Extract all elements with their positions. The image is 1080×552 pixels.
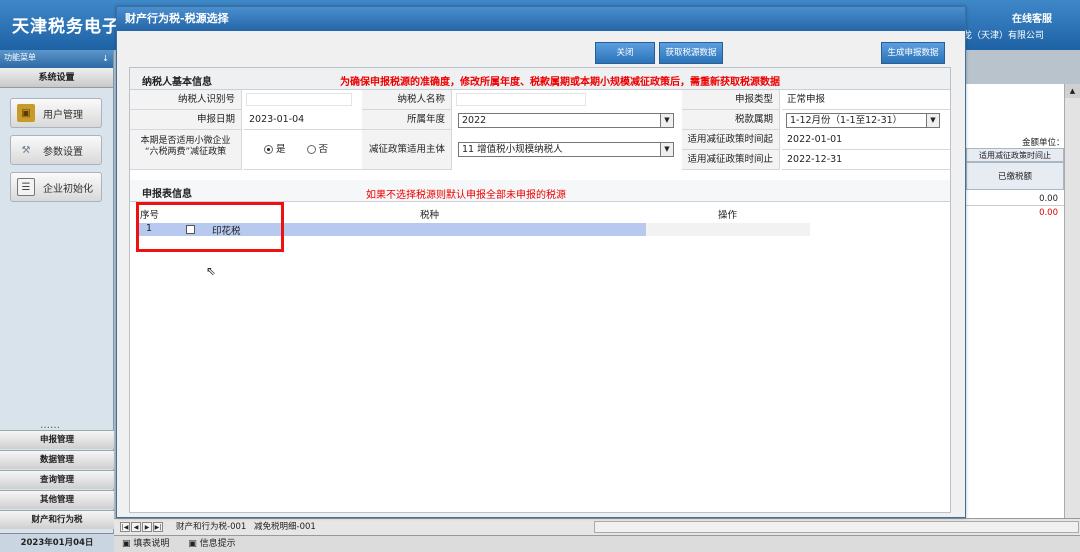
policy-end-column-header: 适用减征政策时间止 bbox=[966, 148, 1064, 162]
chevron-down-icon[interactable]: ▼ bbox=[660, 114, 673, 127]
chevron-down-icon[interactable]: ▼ bbox=[926, 114, 939, 127]
report-type-label: 申报类型 bbox=[682, 90, 780, 110]
dialog-title: 财产行为税-税源选择 bbox=[117, 7, 965, 31]
column-operation: 操作 bbox=[718, 210, 738, 221]
system-settings-header[interactable]: 系统设置 bbox=[0, 68, 113, 88]
nav-property-behavior-tax[interactable]: 财产和行为税 bbox=[0, 510, 114, 529]
parameter-settings-label: 参数设置 bbox=[43, 146, 83, 158]
report-info-title: 申报表信息 bbox=[142, 189, 192, 200]
radio-yes-icon[interactable] bbox=[264, 145, 273, 154]
reduction-subject-select-value: 11 增值税小规模纳税人 bbox=[462, 144, 563, 155]
report-info-hint: 如果不选择税源则默认申报全部未申报的税源 bbox=[366, 190, 566, 201]
policy-start-label: 适用减征政策时间起 bbox=[682, 130, 780, 150]
sheet-tab-bar: |◀ ◀ ▶ ▶| 财产和行为税-001 减免税明细-001 bbox=[114, 518, 1080, 535]
pin-icon[interactable]: ↓ bbox=[102, 54, 109, 63]
report-type-value: 正常申报 bbox=[782, 90, 950, 110]
nav-declaration-management[interactable]: 申报管理 bbox=[0, 430, 114, 449]
company-init-button[interactable]: ☰ 企业初始化 bbox=[10, 172, 102, 202]
next-sheet-icon[interactable]: ▶ bbox=[142, 522, 152, 532]
user-management-button[interactable]: ▣ 用户管理 bbox=[10, 98, 102, 128]
sheet-tab-reduction-detail[interactable]: 减免税明细-001 bbox=[254, 520, 316, 532]
first-sheet-icon[interactable]: |◀ bbox=[120, 522, 130, 532]
vertical-scrollbar[interactable]: ▲ bbox=[1064, 84, 1080, 518]
reduction-subject-select[interactable]: 11 增值税小规模纳税人 ▼ bbox=[458, 142, 674, 157]
function-menu-bar: 功能菜单 ↓ bbox=[0, 50, 113, 68]
company-name: 长龙（天津）有限公司 bbox=[953, 31, 1044, 41]
policy-question-line1: 本期是否适用小微企业 bbox=[140, 136, 231, 146]
row-operation-cell bbox=[646, 223, 810, 236]
status-bar: ▣ 填表说明 ▣ 信息提示 bbox=[114, 535, 1080, 552]
fill-instructions-tab[interactable]: ▣ 填表说明 bbox=[122, 539, 177, 549]
radio-yes[interactable]: 是 bbox=[264, 144, 286, 155]
close-button[interactable]: 关闭 bbox=[595, 42, 655, 64]
basic-info-header: 纳税人基本信息 为确保申报税源的准确度，修改所属年度、税款属期或本期小规模减征政… bbox=[130, 68, 950, 90]
radio-no[interactable]: 否 bbox=[306, 144, 328, 155]
generate-report-button[interactable]: 生成申报数据 bbox=[881, 42, 945, 64]
column-tax-type: 税种 bbox=[420, 210, 440, 221]
tax-period-select-value: 1-12月份（1-1至12-31） bbox=[790, 115, 903, 126]
company-init-icon: ☰ bbox=[17, 178, 35, 196]
nav-other-management[interactable]: 其他管理 bbox=[0, 490, 114, 509]
report-info-header: 申报表信息 如果不选择税源则默认申报全部未申报的税源 bbox=[130, 180, 950, 202]
tax-period-label: 税款属期 bbox=[682, 110, 780, 130]
wrench-icon: ⚒ bbox=[21, 144, 31, 156]
last-sheet-icon[interactable]: ▶| bbox=[153, 522, 163, 532]
taxpayer-id-label: 纳税人识别号 bbox=[130, 90, 242, 110]
policy-radio-group: 是 否 bbox=[244, 130, 362, 170]
year-select[interactable]: 2022 ▼ bbox=[458, 113, 674, 128]
scroll-up-arrow-icon[interactable]: ▲ bbox=[1065, 84, 1080, 98]
highlight-annotation-box bbox=[136, 202, 284, 252]
parameter-settings-button[interactable]: ⚒ 参数设置 bbox=[10, 135, 102, 165]
horizontal-scrollbar[interactable] bbox=[594, 521, 1079, 533]
function-menu-label: 功能菜单 bbox=[4, 53, 36, 62]
nav-data-management[interactable]: 数据管理 bbox=[0, 450, 114, 469]
policy-question-label: 本期是否适用小微企业 “六税两费”减征政策 bbox=[130, 130, 242, 170]
paid-tax-value: 0.00 bbox=[966, 192, 1064, 206]
policy-end-value: 2022-12-31 bbox=[782, 150, 950, 170]
basic-info-title: 纳税人基本信息 bbox=[142, 77, 212, 88]
info-tips-tab[interactable]: ▣ 信息提示 bbox=[188, 539, 243, 549]
year-select-value: 2022 bbox=[462, 115, 487, 126]
radio-no-icon[interactable] bbox=[306, 145, 316, 154]
user-management-label: 用户管理 bbox=[43, 109, 83, 121]
current-date: 2023年01月04日 bbox=[0, 533, 114, 552]
sheet-tab-property-tax[interactable]: 财产和行为税-001 bbox=[176, 520, 246, 532]
taxpayer-id-field bbox=[246, 93, 352, 106]
policy-start-value: 2022-01-01 bbox=[782, 130, 950, 150]
report-date-value: 2023-01-04 bbox=[244, 110, 362, 130]
report-date-label: 申报日期 bbox=[130, 110, 242, 130]
taxpayer-name-field bbox=[456, 93, 586, 106]
sheet-navigation: |◀ ◀ ▶ ▶| bbox=[120, 522, 164, 532]
report-info-section: 申报表信息 如果不选择税源则默认申报全部未申报的税源 序号 税种 操作 1 印花… bbox=[130, 180, 950, 510]
year-label: 所属年度 bbox=[362, 110, 452, 130]
mouse-cursor-icon: ⇖ bbox=[206, 264, 217, 278]
sidebar: 功能菜单 ↓ 系统设置 ▣ 用户管理 ⚒ 参数设置 ☰ 企业初始化 …… 申报管… bbox=[0, 50, 114, 552]
refetch-warning: 为确保申报税源的准确度，修改所属年度、税款属期或本期小规模减征政策后，需重新获取… bbox=[340, 77, 780, 88]
tax-source-selection-dialog: 财产行为税-税源选择 关闭 获取税源数据 生成申报数据 纳税人基本信息 为确保申… bbox=[116, 6, 966, 518]
paid-tax-column-header: 已缴税额 bbox=[966, 162, 1064, 190]
user-management-icon: ▣ bbox=[17, 104, 35, 122]
dialog-content: 纳税人基本信息 为确保申报税源的准确度，修改所属年度、税款属期或本期小规模减征政… bbox=[129, 67, 951, 513]
nav-query-management[interactable]: 查询管理 bbox=[0, 470, 114, 489]
company-init-label: 企业初始化 bbox=[43, 183, 93, 195]
reduction-subject-label: 减征政策适用主体 bbox=[362, 130, 452, 170]
paid-tax-total-value: 0.00 bbox=[1039, 208, 1058, 218]
tax-period-select[interactable]: 1-12月份（1-1至12-31） ▼ bbox=[786, 113, 940, 128]
policy-question-line2: “六税两费”减征政策 bbox=[144, 147, 227, 157]
chevron-down-icon[interactable]: ▼ bbox=[660, 143, 673, 156]
policy-end-label: 适用减征政策时间止 bbox=[682, 150, 780, 170]
taxpayer-name-label: 纳税人名称 bbox=[362, 90, 452, 110]
prev-sheet-icon[interactable]: ◀ bbox=[131, 522, 141, 532]
online-service-link[interactable]: 在线客服 bbox=[1012, 10, 1052, 25]
fetch-tax-source-button[interactable]: 获取税源数据 bbox=[659, 42, 723, 64]
